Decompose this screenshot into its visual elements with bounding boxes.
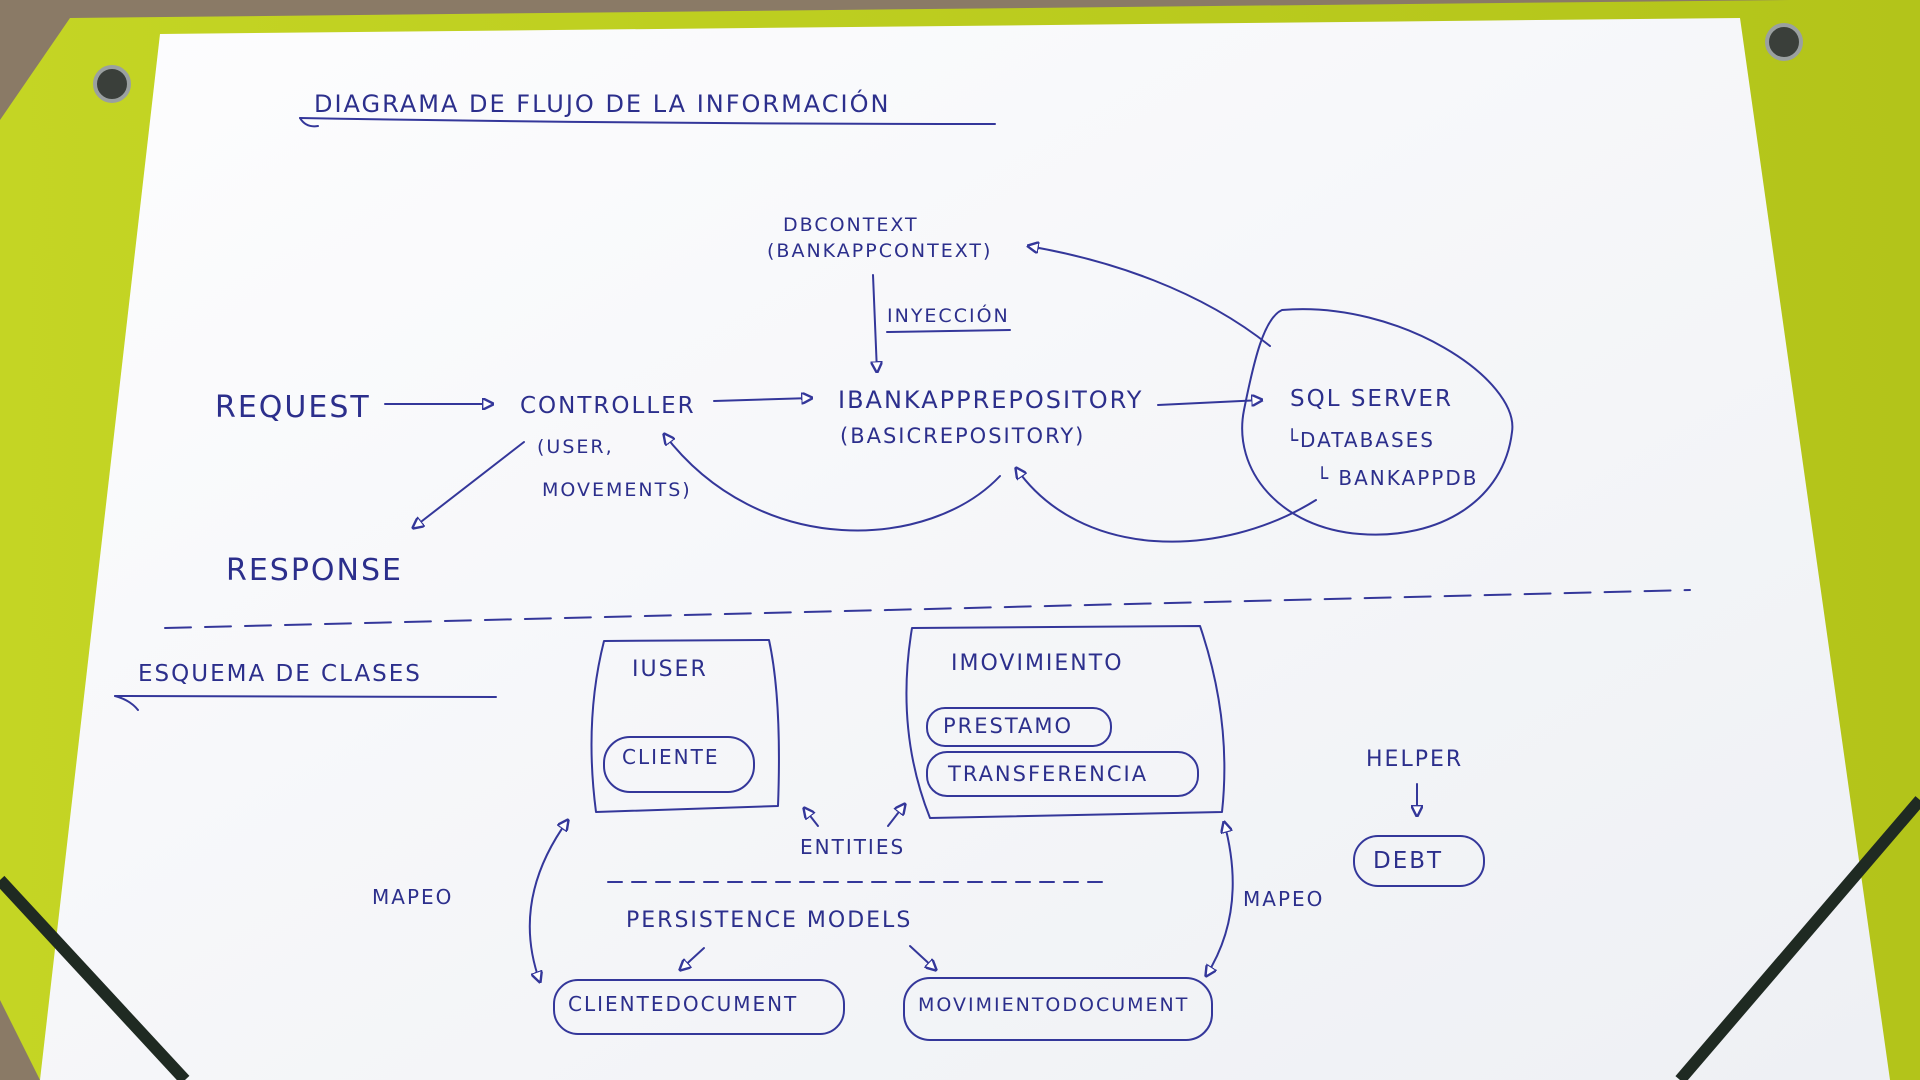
injection-label: INYECCIÓN [887, 303, 1010, 327]
whiteboard-photo: DIAGRAMA DE FLUJO DE LA INFORMACIÓN DBCO… [0, 0, 1920, 1080]
response-label: RESPONSE [226, 553, 403, 588]
prestamo-label: PRESTAMO [943, 714, 1073, 738]
persistence-label: PERSISTENCE MODELS [626, 908, 912, 933]
transferencia-label: TRANSFERENCIA [947, 762, 1148, 786]
diagram-title: DIAGRAMA DE FLUJO DE LA INFORMACIÓN [314, 88, 890, 118]
sql-server-label: SQL SERVER [1290, 386, 1453, 412]
repository-label: IBANKAPPREPOSITORY [838, 386, 1143, 414]
databases-label: └DATABASES [1286, 428, 1435, 452]
bankappdb-label: └ BANKAPPDB [1316, 466, 1478, 490]
controller-sub-label-2: MOVEMENTS) [542, 479, 692, 501]
movimiento-document-label: MOVIMIENTODOCUMENT [918, 994, 1189, 1016]
controller-sub-label-1: (USER, [537, 436, 614, 458]
controller-label: CONTROLLER [520, 393, 696, 419]
mapeo-right-label: MAPEO [1243, 887, 1324, 911]
photo-stage: DIAGRAMA DE FLUJO DE LA INFORMACIÓN DBCO… [0, 0, 1920, 1080]
iuser-label: IUSER [632, 657, 708, 682]
request-label: REQUEST [215, 390, 371, 425]
eyelet-left-icon [93, 65, 131, 103]
paper-sheet [40, 18, 1890, 1080]
helper-label: HELPER [1366, 747, 1463, 772]
classes-title: ESQUEMA DE CLASES [138, 661, 422, 687]
eyelet-right-icon [1765, 23, 1803, 61]
cliente-label: CLIENTE [622, 745, 719, 769]
classes-title-underline [114, 695, 497, 698]
repository-sub-label: (BASICREPOSITORY) [840, 424, 1085, 448]
cliente-document-label: CLIENTEDOCUMENT [568, 992, 798, 1016]
dbcontext-label: DBCONTEXT [783, 214, 919, 236]
dbcontext-sub-label: (BANKAPPCONTEXT) [767, 240, 992, 262]
debt-label: DEBT [1373, 848, 1443, 874]
mapeo-left-label: MAPEO [372, 885, 453, 909]
entities-label: ENTITIES [800, 835, 905, 859]
imovimiento-label: IMOVIMIENTO [951, 651, 1124, 676]
